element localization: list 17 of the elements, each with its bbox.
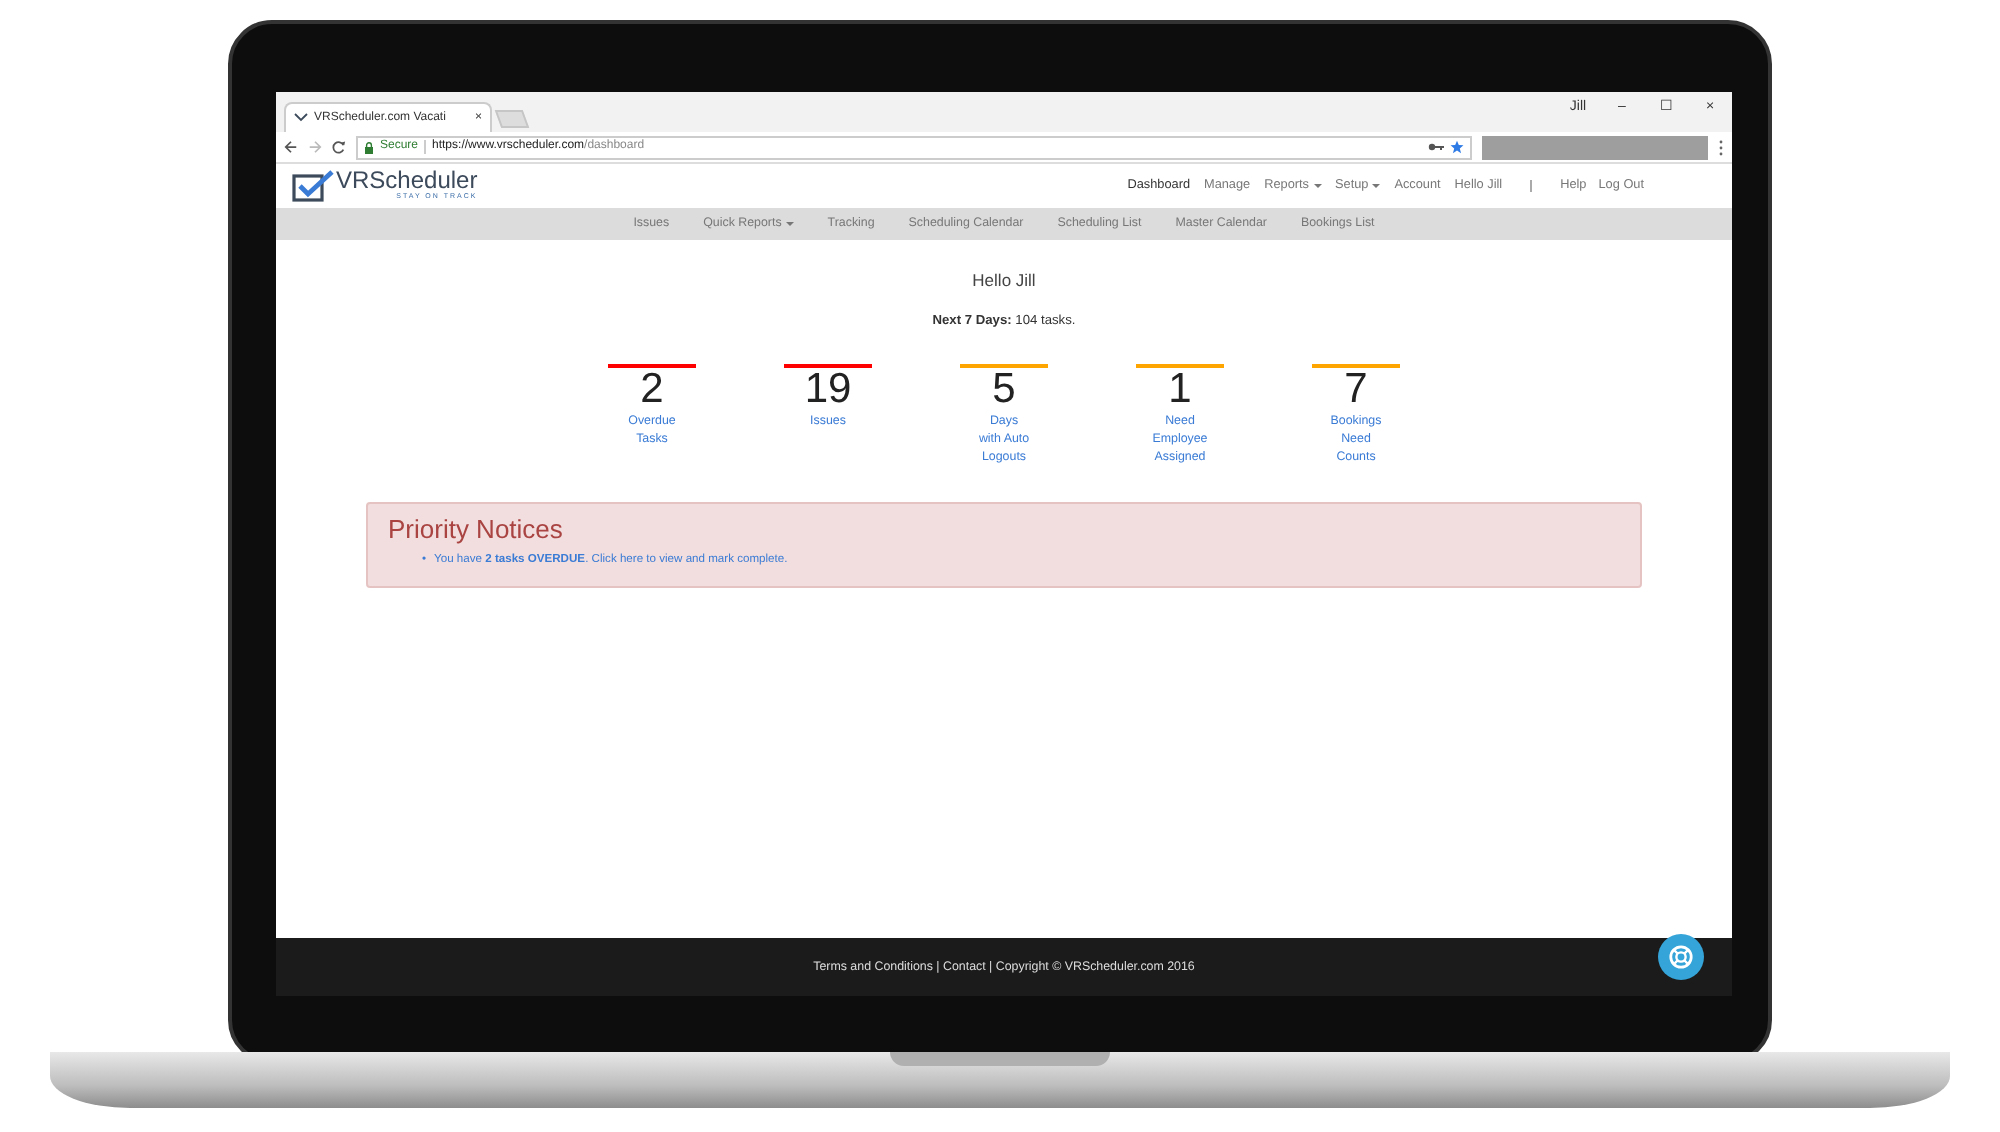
menu-icon[interactable] [1718, 139, 1724, 155]
stat-number: 5 [990, 367, 1018, 412]
lifebuoy-icon [1668, 944, 1694, 970]
notice-title: Priority Notices [388, 513, 565, 545]
help-button[interactable] [1658, 934, 1704, 980]
back-icon[interactable] [284, 140, 298, 154]
lock-icon [364, 141, 374, 153]
stat-number: 1 [1166, 367, 1194, 412]
key-icon[interactable] [1428, 142, 1444, 152]
stat-number: 19 [802, 367, 854, 412]
checkmark-logo-icon [292, 170, 336, 202]
logo-text: VRScheduler [336, 168, 478, 193]
greeting-text: Hello Jill [972, 268, 1036, 294]
star-icon[interactable] [1450, 140, 1464, 154]
stat-number: 2 [638, 367, 666, 412]
stat-number: 7 [1342, 367, 1370, 412]
reload-icon[interactable] [332, 140, 346, 154]
